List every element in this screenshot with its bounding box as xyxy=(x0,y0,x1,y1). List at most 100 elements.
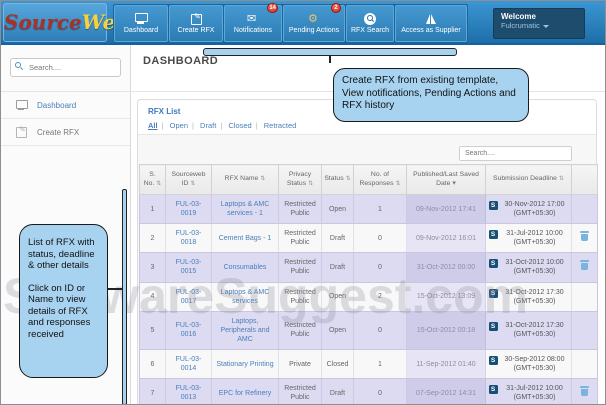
cell-deadline: 31-Oct-2012 17:30 (GMT+05:30) xyxy=(485,282,572,312)
trash-icon[interactable] xyxy=(580,231,589,242)
welcome-label: Welcome xyxy=(501,12,536,21)
search-icon xyxy=(364,13,376,25)
filter-link[interactable]: Retracted xyxy=(264,121,297,130)
nav-button[interactable]: Create RFX xyxy=(169,5,223,42)
cell-sno: 7 xyxy=(139,378,166,404)
cell-sno: 3 xyxy=(139,252,166,283)
nav-button[interactable]: Dashboard xyxy=(114,5,168,42)
rfx-name-link[interactable]: Consumables xyxy=(211,252,279,283)
cell-published: 11-Sep-2012 01:40 xyxy=(406,349,486,380)
rfx-id-link[interactable]: FUL-03-0019 xyxy=(165,194,212,225)
table-row: 2 FUL-03-0018 Cement Bags - 1 Restricted… xyxy=(139,223,598,254)
rfx-id-link[interactable]: FUL-03-0017 xyxy=(165,282,212,312)
cell-actions xyxy=(571,194,598,225)
calendar-icon xyxy=(488,201,498,210)
logo-text-source: Source xyxy=(4,10,82,34)
rfx-id-link[interactable]: FUL-03-0018 xyxy=(165,223,212,254)
column-header[interactable]: Sourceweb ID xyxy=(165,164,212,195)
rfx-name-link[interactable]: Cement Bags - 1 xyxy=(211,223,279,254)
column-header[interactable]: RFX Name xyxy=(211,164,279,195)
rfx-id-link[interactable]: FUL-03-0013 xyxy=(165,378,212,404)
rfx-name-link[interactable]: Laptops, Peripherals and AMC xyxy=(211,311,279,351)
cell-privacy: Private xyxy=(278,349,322,380)
column-header[interactable]: Submission Deadline xyxy=(485,164,572,195)
calendar-icon xyxy=(488,322,498,332)
table-row: 6 FUL-03-0014 Stationary Printing Privat… xyxy=(139,349,598,380)
calendar-icon xyxy=(488,259,498,269)
main-nav: Dashboard Create RFX 14 Notifications 2 xyxy=(113,3,468,43)
cell-sno: 5 xyxy=(139,311,166,351)
column-header[interactable]: Published/Last Saved Date xyxy=(406,164,486,195)
filter-link[interactable]: Closed xyxy=(228,121,251,130)
sort-icon xyxy=(557,175,564,182)
trash-icon[interactable] xyxy=(580,386,589,397)
cell-privacy: Restricted Public xyxy=(278,252,322,283)
column-header[interactable]: Status xyxy=(321,164,354,195)
chevron-down-icon xyxy=(542,24,549,28)
cell-actions xyxy=(571,311,598,351)
cell-deadline: 31-Oct-2012 10:00 (GMT+05:30) xyxy=(485,252,572,283)
rfx-name-link[interactable]: Laptops & AMC services - 1 xyxy=(211,194,279,225)
column-header[interactable]: S. No. xyxy=(139,164,166,195)
cell-published: 09-Nov-2012 16:01 xyxy=(406,223,486,254)
rfx-list-title: RFX List xyxy=(148,107,181,116)
left-bracket-annotation xyxy=(122,189,127,404)
monitor-icon xyxy=(15,99,28,111)
nav-button[interactable]: Access as Supplier xyxy=(395,5,467,42)
calendar-icon xyxy=(488,230,498,240)
nav-button[interactable]: 2 Pending Actions xyxy=(283,3,345,42)
filter-link[interactable]: Draft xyxy=(200,121,216,130)
cell-responses: 1 xyxy=(353,194,407,225)
sail-icon xyxy=(424,13,438,25)
table-row: 5 FUL-03-0016 Laptops, Peripherals and A… xyxy=(139,311,598,351)
filter-link[interactable]: All xyxy=(148,121,158,130)
welcome-user-menu[interactable]: Welcome Fulcrumatic xyxy=(493,8,585,39)
top-bracket-annotation xyxy=(203,48,457,56)
table-header-row: S. No. Sourceweb ID RFX Name Privacy Sta… xyxy=(139,164,598,195)
nav-button[interactable]: RFX Search xyxy=(346,5,394,42)
rfx-name-link[interactable]: Laptops & AMC services xyxy=(211,282,279,312)
rfx-name-link[interactable]: EPC for Refinery xyxy=(211,378,279,404)
rfx-id-link[interactable]: FUL-03-0015 xyxy=(165,252,212,283)
rfx-table: S. No. Sourceweb ID RFX Name Privacy Sta… xyxy=(139,164,598,404)
cell-status: Open xyxy=(321,282,354,312)
cell-responses: 0 xyxy=(353,223,407,254)
sourceweb-logo[interactable]: SourceWeb xyxy=(3,3,129,42)
left-callout-para2: Click on ID or Name to view details of R… xyxy=(28,282,91,341)
gear-icon xyxy=(307,13,321,25)
trash-icon[interactable] xyxy=(580,260,589,271)
left-bracket-tick xyxy=(108,288,122,290)
cell-deadline: 31-Jul-2012 10:00 (GMT+05:30) xyxy=(485,223,572,254)
app-window: SourceWeb Dashboard Create RFX 14 xyxy=(0,0,606,405)
sidebar-search xyxy=(10,57,121,77)
cell-sno: 4 xyxy=(139,282,166,312)
cell-status: Draft xyxy=(321,252,354,283)
sidebar-search-input[interactable] xyxy=(10,58,121,77)
column-header[interactable]: No. of Responses xyxy=(353,164,407,195)
table-search-input[interactable] xyxy=(459,146,572,161)
sidebar-item-dashboard[interactable]: Dashboard xyxy=(1,92,130,119)
sort-icon xyxy=(258,175,265,182)
cell-deadline: 30-Nov-2012 17:00 (GMT+05:30) xyxy=(485,194,572,225)
nav-button[interactable]: 14 Notifications xyxy=(224,3,282,42)
cell-privacy: Restricted Public xyxy=(278,223,322,254)
cell-deadline: 31-Oct-2012 17:30 (GMT+05:30) xyxy=(485,311,572,351)
filter-link[interactable]: Open xyxy=(170,121,188,130)
table-row: 4 FUL-03-0017 Laptops & AMC services Res… xyxy=(139,282,598,312)
sidebar-item-create-rfx[interactable]: Create RFX xyxy=(1,119,130,146)
table-search xyxy=(459,142,572,161)
cell-responses: 0 xyxy=(353,252,407,283)
rfx-status-filters: All| Open| Draft| Closed| Retracted| xyxy=(148,121,297,130)
rfx-list-panel: RFX List All | Open | Draft | Closed | Retra… xyxy=(137,99,598,404)
rfx-id-link[interactable]: FUL-03-0014 xyxy=(165,349,212,380)
top-bracket-tick xyxy=(329,56,331,63)
cell-sno: 2 xyxy=(139,223,166,254)
column-header[interactable]: Privacy Status xyxy=(278,164,322,195)
cell-deadline: 30-Sep-2012 08:00 (GMT+05:30) xyxy=(485,349,572,380)
count-badge: 14 xyxy=(267,3,278,13)
cell-actions xyxy=(571,223,598,254)
cell-published: 31-Oct-2012 00:00 xyxy=(406,252,486,283)
rfx-id-link[interactable]: FUL-03-0016 xyxy=(165,311,212,351)
rfx-name-link[interactable]: Stationary Printing xyxy=(211,349,279,380)
cell-responses: 0 xyxy=(353,311,407,351)
